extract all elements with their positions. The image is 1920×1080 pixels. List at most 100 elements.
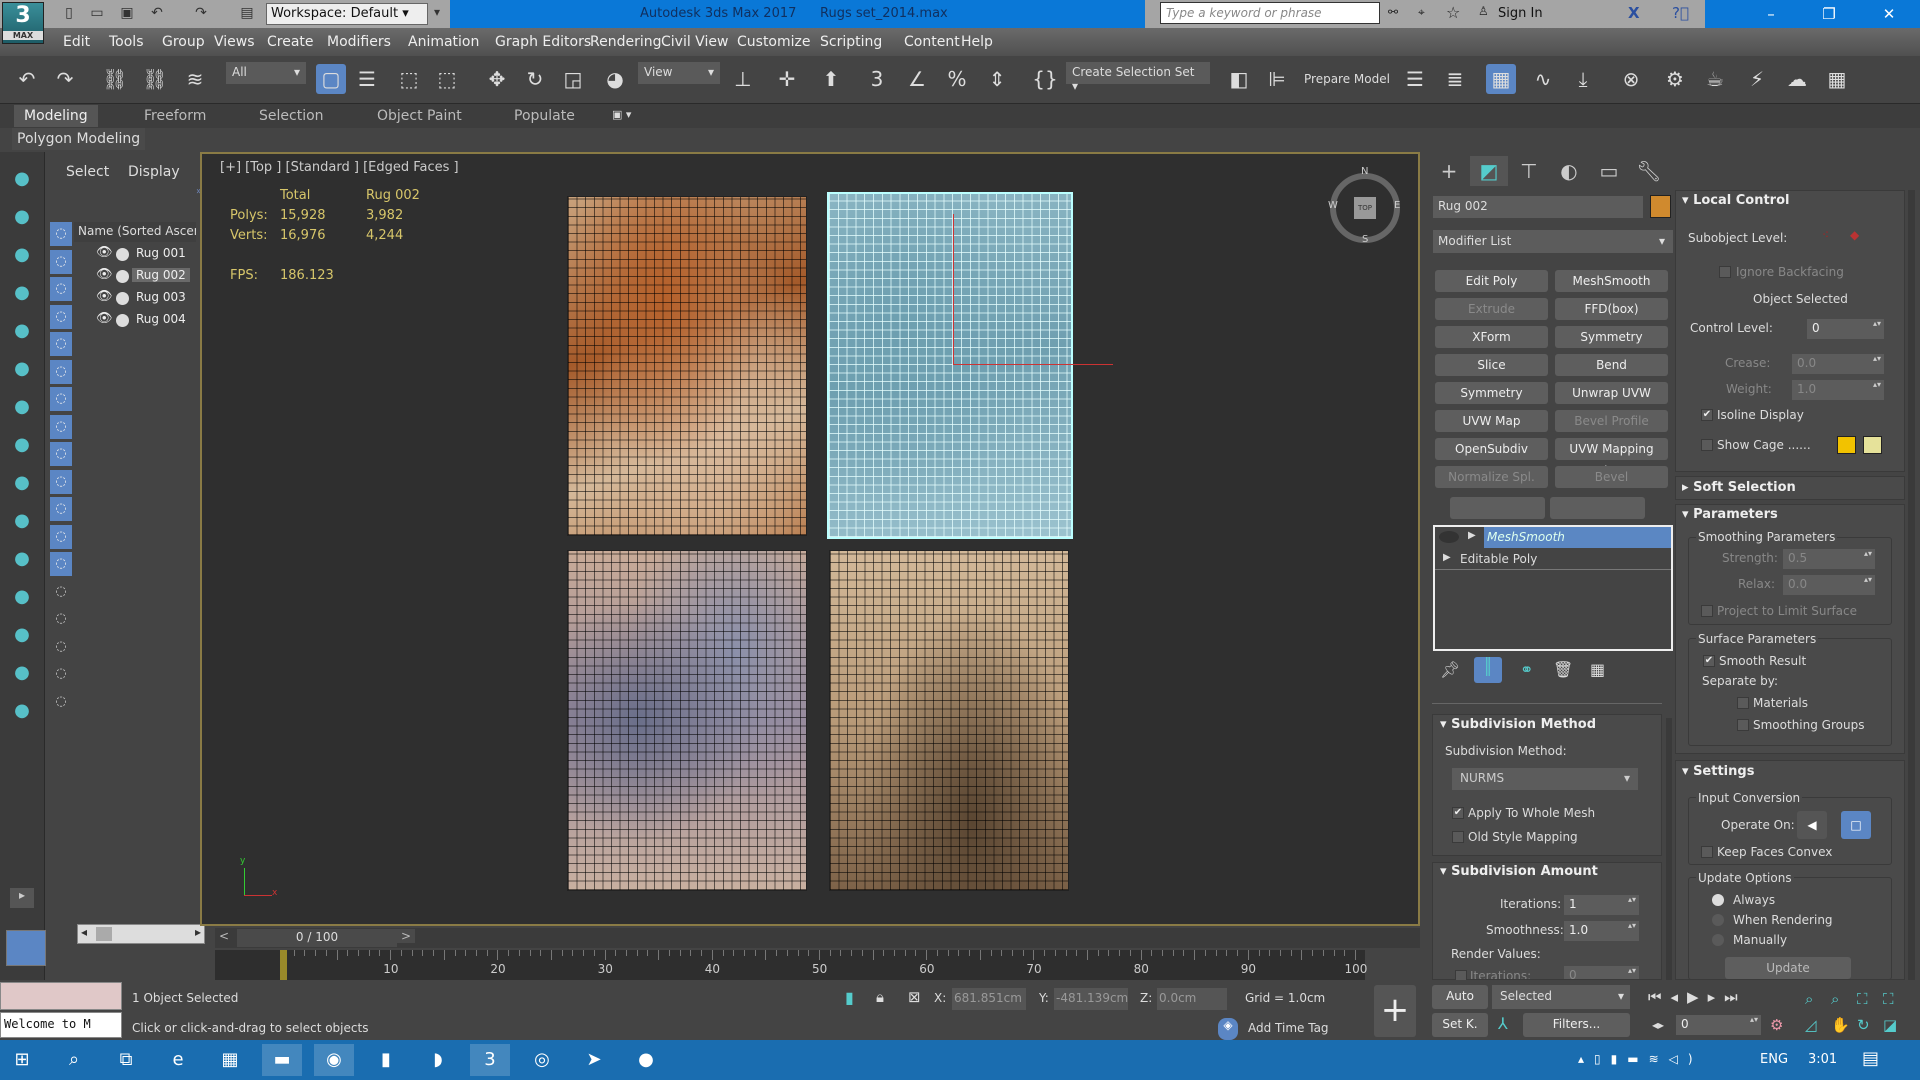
render-iterations-spinner[interactable]: 0 (1564, 966, 1639, 979)
restore-button[interactable]: ❐ (1806, 0, 1852, 28)
current-frame-spinner[interactable]: 0 (1676, 1015, 1761, 1035)
scene-item[interactable]: 👁︎ Rug 003 (74, 288, 194, 308)
modifier-button-uvw-mapping-clear[interactable]: UVW Mapping Clear (1555, 438, 1668, 478)
bind-space-warp-icon[interactable]: ≋ (180, 64, 210, 94)
modifier-button-normalize-spl-[interactable]: Normalize Spl. (1435, 466, 1548, 488)
tab-freeform[interactable]: Freeform (134, 105, 216, 127)
clock[interactable]: 3:01 (1808, 1052, 1837, 1067)
file-explorer-icon[interactable]: ▬ (262, 1044, 302, 1076)
rendered-frame-icon[interactable]: ☕ (1700, 64, 1730, 94)
name-column-header[interactable]: Name (Sorted Ascendi (74, 222, 196, 242)
prev-frame-icon[interactable]: ◂ (1671, 988, 1688, 1006)
menu-group[interactable]: Group (162, 34, 205, 50)
display-xrefs-icon[interactable]: ◌ (50, 414, 72, 439)
smoothing-groups-checkbox[interactable] (1737, 719, 1749, 731)
time-slider[interactable]: < 0 / 100 > (215, 928, 1420, 948)
key-filters-button[interactable]: Filters... (1523, 1013, 1630, 1037)
selection-lock-icon[interactable]: 🔒︎ (876, 988, 884, 1006)
project-limit-checkbox[interactable] (1701, 605, 1713, 617)
visibility-eye-icon[interactable]: 👁︎ (96, 289, 113, 304)
modifier-button-opensubdiv[interactable]: OpenSubdiv (1435, 438, 1548, 460)
curve-editor-icon[interactable]: ∿ (1528, 64, 1558, 94)
scene-item[interactable]: 👁︎ Rug 001 (74, 244, 194, 264)
rug-002-selected[interactable] (827, 192, 1113, 539)
time-configuration-icon[interactable]: ⚙ (1770, 1016, 1783, 1034)
eye-icon[interactable] (1439, 531, 1459, 543)
trash-icon[interactable]: 🗑︎ (1553, 660, 1573, 679)
auto-key-button[interactable]: Auto (1432, 985, 1488, 1009)
modifier-button-bend[interactable]: Bend (1555, 354, 1668, 376)
menu-modifiers[interactable]: Modifiers (327, 34, 391, 50)
scene-explorer-icon[interactable]: ☰ (1400, 64, 1430, 94)
viewcube-face[interactable]: TOP (1354, 197, 1376, 219)
camera-icon[interactable]: ● (10, 244, 34, 268)
binoculars-icon[interactable]: ⚯ (1388, 5, 1398, 19)
relax-spinner[interactable]: 0.0 (1783, 575, 1875, 595)
materials-checkbox[interactable] (1737, 697, 1749, 709)
display-geometry-icon[interactable]: ◌ (50, 222, 72, 246)
subdivision-method-dropdown[interactable]: NURMS ▾ (1452, 768, 1638, 790)
stack-item-meshsmooth[interactable]: ▶ MeshSmooth (1435, 527, 1671, 548)
unlink-icon[interactable]: ⛓ (140, 64, 170, 94)
key-filter-dropdown[interactable]: Selected ▾ (1492, 985, 1630, 1009)
window-crossing-icon[interactable]: ⬚ (432, 64, 462, 94)
modifier-set-button-empty[interactable] (1550, 497, 1645, 519)
star-icon[interactable]: ☆ (1446, 3, 1460, 22)
move-icon[interactable]: ✥ (482, 64, 512, 94)
exchange-icon[interactable]: X (1628, 4, 1640, 22)
show-end-result-icon[interactable]: ║ (1474, 657, 1502, 683)
modifier-button-xform[interactable]: XForm (1435, 326, 1548, 348)
expand-arrow-icon[interactable]: ▸ (10, 888, 34, 908)
chrome-icon[interactable]: ◉ (314, 1044, 354, 1076)
rectangular-region-icon[interactable]: ⬚ (394, 64, 424, 94)
rug-004[interactable] (829, 550, 1069, 891)
display-tab-icon[interactable]: ▭ (1590, 156, 1628, 186)
rollout-header-parameters[interactable]: ▾ Parameters (1682, 507, 1778, 522)
scene-item[interactable]: 👁︎ Rug 002 (74, 266, 194, 286)
open-folder-icon[interactable]: ▭ (88, 5, 106, 23)
ignore-backfacing-checkbox[interactable] (1719, 266, 1731, 278)
modifier-button-unwrap-uvw[interactable]: Unwrap UVW (1555, 382, 1668, 404)
utilities-tab-icon[interactable]: 🔧︎ (1630, 156, 1668, 186)
rollout-header-settings[interactable]: ▾ Settings (1682, 764, 1754, 779)
render-icon[interactable]: ● (10, 548, 34, 572)
options-icon[interactable]: ◌ (50, 690, 72, 714)
select-manipulate-icon[interactable]: ✛ (772, 64, 802, 94)
modifier-button-symmetry[interactable]: Symmetry (1555, 326, 1668, 348)
make-unique-icon[interactable]: ⚭ (1520, 660, 1533, 679)
prev-frame-button[interactable]: < (219, 929, 229, 943)
task-view-icon[interactable]: ⧉ (106, 1044, 146, 1076)
placement-icon[interactable]: ◕ (600, 64, 630, 94)
menu-civil-view[interactable]: Civil View (661, 34, 728, 50)
sun-icon[interactable]: ● (10, 206, 34, 230)
renderable-dot-icon[interactable] (116, 314, 129, 327)
z-coordinate-field[interactable]: 0.0cm (1157, 988, 1227, 1010)
rotate-icon[interactable]: ↻ (520, 64, 550, 94)
undo-icon[interactable]: ↶ (12, 64, 42, 94)
modifier-list-dropdown[interactable]: Modifier List ▾ (1433, 230, 1673, 253)
figure-icon[interactable]: ● (10, 586, 34, 610)
render-production-icon[interactable]: ⚡ (1742, 64, 1772, 94)
scale-icon[interactable]: ◲ (558, 64, 588, 94)
display-cameras-icon[interactable]: ◌ (50, 304, 72, 329)
pan-icon[interactable]: ✋ (1831, 1016, 1850, 1034)
current-frame-marker[interactable] (280, 950, 287, 980)
customize-toolbar-icon[interactable]: ▾ (434, 5, 440, 19)
menu-rendering[interactable]: Rendering (590, 34, 662, 50)
close-button[interactable]: ✕ (1866, 0, 1912, 28)
configure-modifier-sets-icon[interactable]: ▦ (1590, 660, 1605, 679)
tab-object-paint[interactable]: Object Paint (367, 105, 472, 127)
project-folder-icon[interactable]: ▤ (238, 5, 256, 23)
apply-whole-mesh-checkbox[interactable]: ✔ (1452, 807, 1464, 819)
rollout-header-subdivision-method[interactable]: ▾ Subdivision Method (1440, 717, 1596, 732)
photoshop-icon[interactable]: ◗ (418, 1044, 458, 1076)
display-frozen-icon[interactable]: ◌ (50, 497, 72, 521)
display-lights-icon[interactable]: ◌ (50, 277, 72, 301)
rollout-header-local-control[interactable]: ▾ Local Control (1682, 193, 1789, 208)
tree-icon[interactable]: ● (10, 358, 34, 382)
polygon-modeling-panel[interactable]: Polygon Modeling (12, 128, 146, 150)
expand-arrow-icon[interactable]: ▶ (1468, 530, 1476, 541)
tab-modeling[interactable]: Modeling (14, 105, 98, 127)
display-groups-icon[interactable]: ◌ (50, 387, 72, 411)
tree-card-icon[interactable]: ● (10, 396, 34, 420)
